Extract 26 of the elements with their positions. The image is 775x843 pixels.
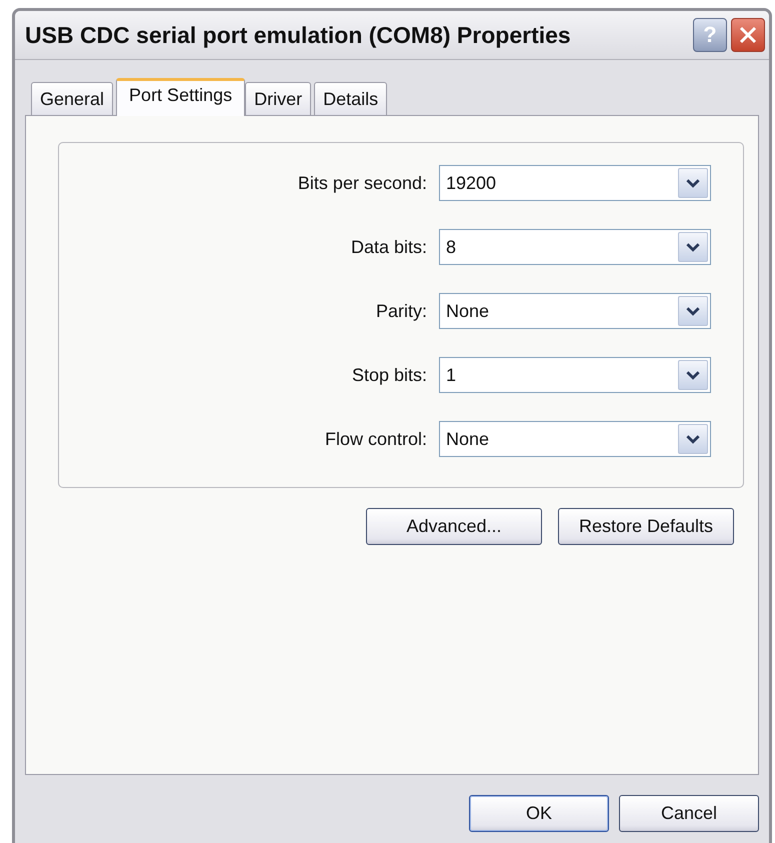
dropdown-value: 1	[446, 364, 456, 386]
dropdown[interactable]: 1	[439, 357, 711, 393]
close-button[interactable]	[731, 18, 765, 52]
close-icon	[739, 26, 757, 44]
dropdown-value: None	[446, 300, 490, 322]
field-label: Stop bits:	[352, 364, 427, 386]
dropdown-value: 19200	[446, 172, 496, 194]
tab[interactable]: Port Settings	[116, 78, 246, 116]
dropdown-value: None	[446, 428, 490, 450]
tab[interactable]: Details	[314, 82, 388, 115]
dialog-button[interactable]: Cancel	[619, 795, 759, 832]
field-label: Flow control:	[324, 428, 427, 450]
field-label: Data bits:	[350, 236, 427, 258]
tab[interactable]: Driver	[245, 82, 312, 115]
tab[interactable]: General	[31, 82, 114, 115]
dropdown[interactable]: None	[439, 293, 711, 329]
window-title: USB CDC serial port emulation (COM8) Properties	[25, 22, 571, 48]
dropdown[interactable]: None	[439, 421, 711, 457]
dropdown[interactable]: 8	[439, 229, 711, 265]
dialog-button[interactable]: OK	[469, 795, 609, 832]
panel-button[interactable]: Restore Defaults	[558, 508, 734, 545]
panel-button[interactable]: Advanced...	[366, 508, 542, 545]
dropdown[interactable]: 19200	[439, 165, 711, 201]
field-label: Parity:	[376, 300, 427, 322]
dropdown-value: 8	[446, 236, 456, 258]
field-label: Bits per second:	[298, 172, 427, 194]
